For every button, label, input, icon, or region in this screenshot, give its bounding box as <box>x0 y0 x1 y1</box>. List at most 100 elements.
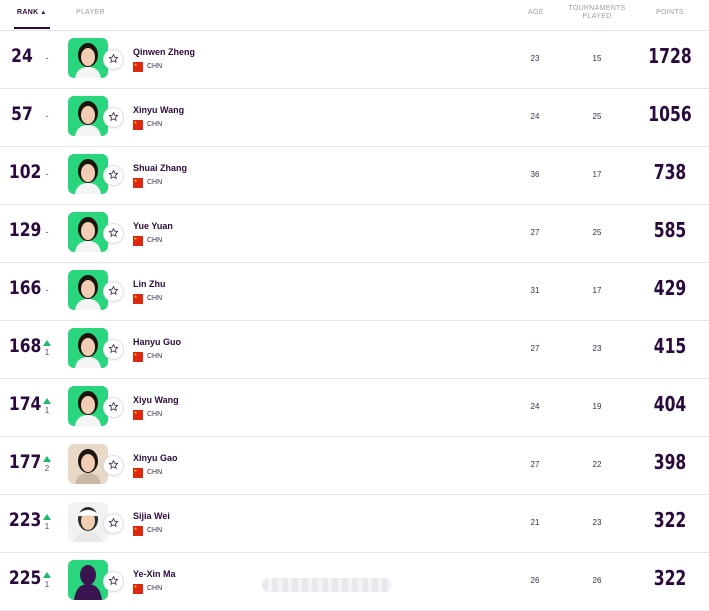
country-code: CHN <box>147 353 163 360</box>
china-flag-icon <box>133 178 143 188</box>
tournaments-column-header[interactable]: TOURNAMENTS PLAYED <box>560 5 634 21</box>
points-value: 398 <box>653 450 687 474</box>
rank-movement: - <box>40 50 54 66</box>
rank-value: 102 <box>8 161 42 183</box>
table-row[interactable]: 102- Shuai Zhang CHN 36 17 738 <box>0 146 709 205</box>
country-code: CHN <box>147 469 163 476</box>
player-name-link[interactable]: Xinyu Gao <box>133 453 178 463</box>
star-icon <box>108 573 119 591</box>
rank-movement: 1 <box>40 572 54 589</box>
country-code: CHN <box>147 295 163 302</box>
tournaments-value: 22 <box>592 460 602 469</box>
player-photo[interactable] <box>68 502 108 542</box>
china-flag-icon <box>133 62 143 72</box>
movement-value: 1 <box>44 406 50 415</box>
favorite-star-button[interactable] <box>104 340 123 359</box>
age-value: 31 <box>530 286 540 295</box>
age-value: 27 <box>530 344 540 353</box>
rank-movement: - <box>40 282 54 298</box>
table-row[interactable]: 168 1 Hanyu Guo CHN 27 23 415 <box>0 320 709 379</box>
china-flag-icon <box>133 294 143 304</box>
age-value: 24 <box>530 402 540 411</box>
points-column-header[interactable]: POINTS <box>656 9 684 16</box>
table-row[interactable]: 174 1 Xiyu Wang CHN 24 19 404 <box>0 378 709 437</box>
table-row[interactable]: 166- Lin Zhu CHN 31 17 429 <box>0 262 709 321</box>
player-photo[interactable] <box>68 38 108 78</box>
player-name-link[interactable]: Xiyu Wang <box>133 395 179 405</box>
player-name-link[interactable]: Shuai Zhang <box>133 163 187 173</box>
country-code: CHN <box>147 237 163 244</box>
rank-value: 168 <box>8 335 42 357</box>
table-row[interactable]: 24 - Qinwen Zheng CHN 23 15 1728 <box>0 30 709 89</box>
movement-value: 2 <box>44 464 50 473</box>
favorite-star-button[interactable] <box>104 514 123 533</box>
country-code: CHN <box>147 63 163 70</box>
country-code: CHN <box>147 585 163 592</box>
rank-value: 166 <box>8 277 42 299</box>
rank-value: 225 <box>8 567 42 589</box>
favorite-star-button[interactable] <box>104 282 123 301</box>
china-flag-icon <box>133 526 143 536</box>
player-name-link[interactable]: Ye-Xin Ma <box>133 569 176 579</box>
favorite-star-button[interactable] <box>104 166 123 185</box>
player-photo[interactable] <box>68 270 108 310</box>
points-value: 1728 <box>648 44 692 68</box>
table-row[interactable]: 223 1 Sijia Wei CHN 21 23 322 <box>0 494 709 553</box>
tournaments-value: 15 <box>592 54 602 63</box>
player-photo[interactable] <box>68 444 108 484</box>
player-photo[interactable] <box>68 386 108 426</box>
rank-value: 24 <box>11 45 33 67</box>
movement-value: - <box>45 227 49 237</box>
age-value: 24 <box>530 112 540 121</box>
table-row[interactable]: 57 - Xinyu Wang CHN 24 25 1056 <box>0 88 709 147</box>
rank-movement: - <box>40 108 54 124</box>
age-column-header[interactable]: AGE <box>528 9 544 16</box>
star-icon <box>108 283 119 301</box>
age-value: 23 <box>530 54 540 63</box>
player-column-header[interactable]: PLAYER <box>76 9 105 16</box>
country-code: CHN <box>147 527 163 534</box>
caret-up-icon: ▲ <box>40 10 47 16</box>
age-value: 21 <box>530 518 540 527</box>
table-row[interactable]: 129- Yue Yuan CHN 27 25 585 <box>0 204 709 263</box>
country-code: CHN <box>147 121 163 128</box>
favorite-star-button[interactable] <box>104 572 123 591</box>
player-photo[interactable] <box>68 154 108 194</box>
movement-value: - <box>45 169 49 179</box>
china-flag-icon <box>133 468 143 478</box>
player-name-link[interactable]: Lin Zhu <box>133 279 166 289</box>
star-icon <box>108 167 119 185</box>
star-icon <box>108 225 119 243</box>
favorite-star-button[interactable] <box>104 224 123 243</box>
movement-value: 1 <box>44 348 50 357</box>
arrow-up-icon <box>43 514 51 520</box>
player-photo[interactable] <box>68 96 108 136</box>
player-name-link[interactable]: Hanyu Guo <box>133 337 181 347</box>
china-flag-icon <box>133 236 143 246</box>
points-value: 322 <box>653 508 687 532</box>
player-photo[interactable] <box>68 560 108 600</box>
rank-column-header[interactable]: RANK ▲ <box>17 9 47 16</box>
country-code: CHN <box>147 411 163 418</box>
player-photo[interactable] <box>68 212 108 252</box>
age-value: 36 <box>530 170 540 179</box>
movement-value: 1 <box>44 522 50 531</box>
star-icon <box>108 51 119 69</box>
favorite-star-button[interactable] <box>104 456 123 475</box>
player-name-link[interactable]: Xinyu Wang <box>133 105 184 115</box>
favorite-star-button[interactable] <box>104 50 123 69</box>
favorite-star-button[interactable] <box>104 398 123 417</box>
age-value: 27 <box>530 228 540 237</box>
points-value: 322 <box>653 566 687 590</box>
movement-value: - <box>45 53 49 63</box>
player-photo[interactable] <box>68 328 108 368</box>
rank-movement: - <box>40 166 54 182</box>
table-row[interactable]: 177 2 Xinyu Gao CHN 27 22 398 <box>0 436 709 495</box>
arrow-up-icon <box>43 398 51 404</box>
rank-value: 223 <box>8 509 42 531</box>
player-name-link[interactable]: Qinwen Zheng <box>133 47 195 57</box>
player-name-link[interactable]: Yue Yuan <box>133 221 173 231</box>
player-name-link[interactable]: Sijia Wei <box>133 511 170 521</box>
favorite-star-button[interactable] <box>104 108 123 127</box>
star-icon <box>108 341 119 359</box>
